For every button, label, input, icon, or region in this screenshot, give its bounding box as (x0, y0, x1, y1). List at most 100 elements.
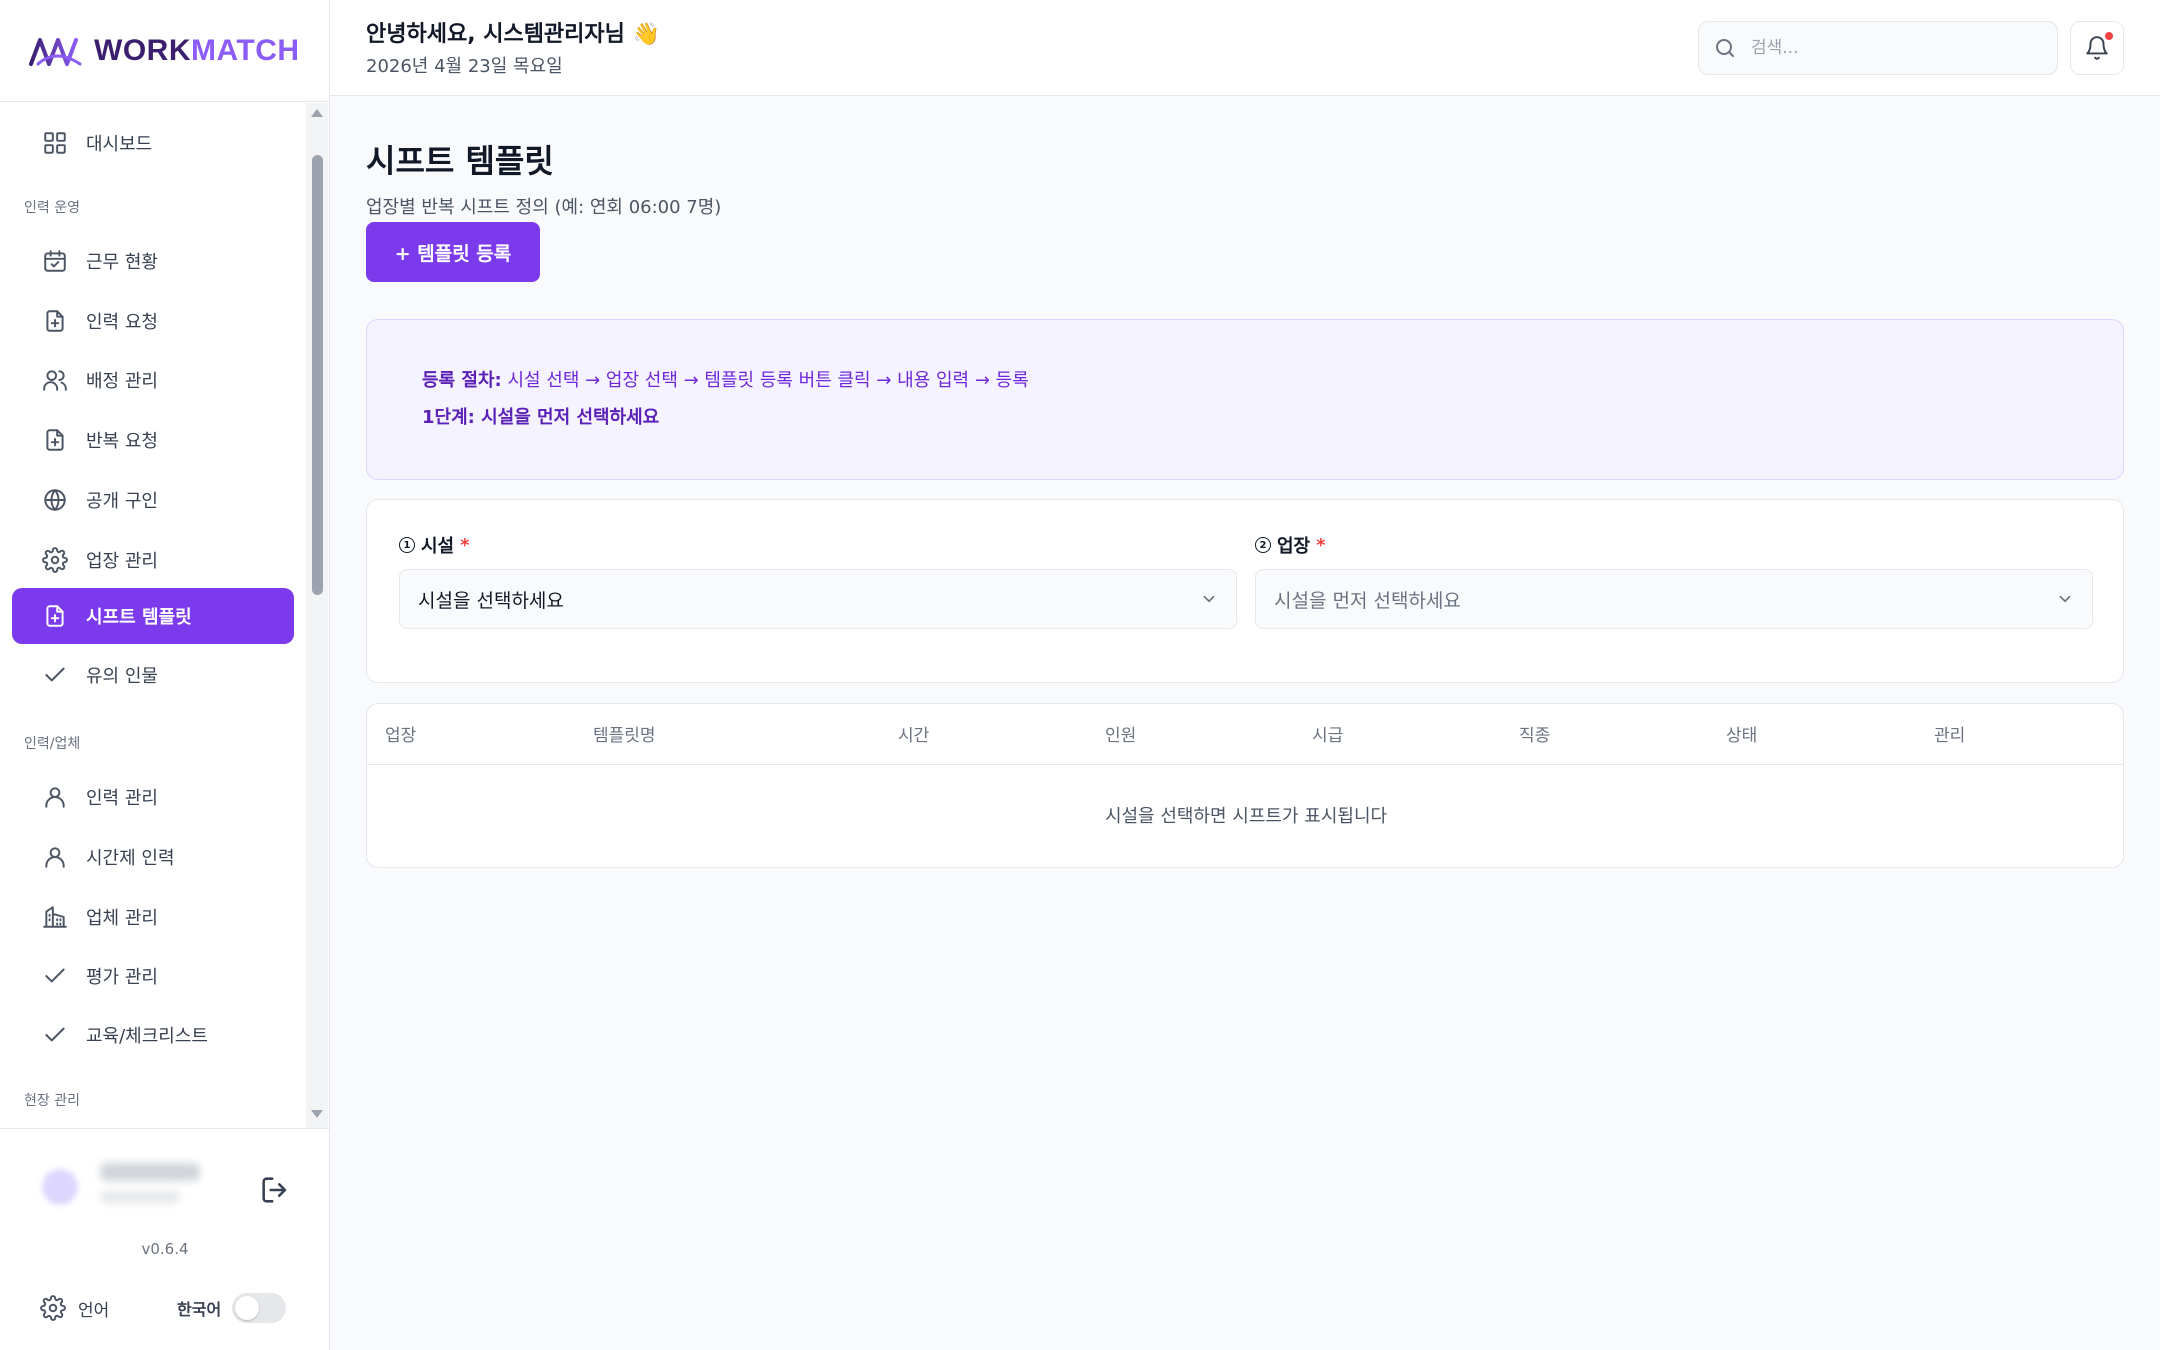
sidebar-item-work-status[interactable]: 근무 현황 (12, 233, 294, 289)
venue-select[interactable]: 시설을 먼저 선택하세요 (1255, 569, 2093, 629)
scroll-down-arrow-icon[interactable] (311, 1110, 323, 1118)
shift-template-table: 업장 템플릿명 시간 인원 시급 직종 상태 관리 시설을 선택하면 시프트가 … (366, 703, 2124, 868)
notification-dot (2105, 32, 2113, 40)
building-icon (42, 904, 68, 930)
users-icon (42, 367, 68, 393)
search-input[interactable] (1751, 38, 2041, 58)
language-value: 한국어 (177, 1300, 222, 1319)
globe-icon (42, 487, 68, 513)
sidebar-item-shift-template[interactable]: 시프트 템플릿 (12, 588, 294, 644)
user-icon (42, 844, 68, 870)
language-label: 언어 (78, 1300, 110, 1321)
check-icon (42, 963, 68, 989)
facility-select[interactable]: 시설을 선택하세요 (399, 569, 1237, 629)
sidebar-item-label: 업장 관리 (86, 551, 158, 572)
facility-select-value: 시설을 선택하세요 (418, 589, 564, 612)
page-title: 시프트 템플릿 (366, 142, 554, 180)
sidebar-item-label: 시간제 인력 (86, 848, 175, 869)
language-setting: 언어 한국어 (40, 1291, 290, 1325)
sidebar-item-venue-management[interactable]: 업장 관리 (12, 532, 294, 588)
sidebar-item-workforce-management[interactable]: 인력 관리 (12, 769, 294, 825)
toggle-knob (235, 1296, 259, 1320)
sidebar-item-vendor-management[interactable]: 업체 관리 (12, 889, 294, 945)
sidebar-section-ops: 인력 운영 (24, 200, 80, 216)
sidebar-item-label: 근무 현황 (86, 252, 158, 273)
sidebar-item-label: 유의 인물 (86, 666, 158, 687)
sidebar-item-part-time-workforce[interactable]: 시간제 인력 (12, 829, 294, 885)
column-header-headcount[interactable]: 인원 (1105, 721, 1136, 746)
venue-select-value: 시설을 먼저 선택하세요 (1274, 589, 1461, 612)
sidebar: WORKMATCH 대시보드 인력 운영 근무 현황 인력 요청 배정 관리 반… (0, 0, 330, 1350)
sidebar-item-staff-request[interactable]: 인력 요청 (12, 293, 294, 349)
step-hint: 1단계: 시설을 먼저 선택하세요 (422, 407, 660, 428)
sidebar-item-label: 업체 관리 (86, 908, 158, 929)
sidebar-item-watchlist[interactable]: 유의 인물 (12, 647, 294, 703)
column-header-venue[interactable]: 업장 (385, 721, 416, 746)
venue-label: 2 업장 * (1255, 532, 1326, 558)
number-one-icon: 1 (399, 537, 415, 553)
required-mark: * (460, 534, 470, 556)
sidebar-item-label: 시프트 템플릿 (86, 607, 192, 628)
user-role-redacted (100, 1191, 180, 1203)
sidebar-section-workforce: 인력/업체 (24, 736, 81, 752)
brand-logo[interactable]: WORKMATCH (0, 0, 330, 102)
sidebar-item-training-checklist[interactable]: 교육/체크리스트 (12, 1007, 294, 1063)
user-name-redacted (100, 1163, 200, 1181)
sidebar-item-recurring-request[interactable]: 반복 요청 (12, 412, 294, 468)
sidebar-item-label: 인력 관리 (86, 788, 158, 809)
grid-icon (42, 130, 68, 156)
table-empty-message: 시설을 선택하면 시프트가 표시됩니다 (1104, 806, 1388, 827)
workmatch-logo-icon (29, 37, 82, 66)
sidebar-item-evaluation[interactable]: 평가 관리 (12, 948, 294, 1004)
notification-button[interactable] (2070, 21, 2124, 75)
language-toggle[interactable] (232, 1293, 286, 1323)
sidebar-item-label: 교육/체크리스트 (86, 1026, 208, 1047)
top-header: 안녕하세요, 시스템관리자님 👋 2026년 4월 23일 목요일 (330, 0, 2160, 96)
sidebar-item-public-hiring[interactable]: 공개 구인 (12, 472, 294, 528)
calendar-check-icon (42, 248, 68, 274)
file-plus-icon (42, 427, 68, 453)
chevron-down-icon (1200, 590, 1218, 608)
logout-button[interactable] (258, 1173, 294, 1209)
page-description: 업장별 반복 시프트 정의 (예: 연회 06:00 7명) (366, 197, 722, 218)
sidebar-item-label: 배정 관리 (86, 371, 158, 392)
scrollbar-thumb[interactable] (312, 155, 323, 595)
scroll-up-arrow-icon[interactable] (311, 109, 323, 117)
column-header-manage[interactable]: 관리 (1934, 721, 1965, 746)
filter-card: 1 시설 * 시설을 선택하세요 2 업장 * 시설을 먼저 선택하세요 (366, 499, 2124, 683)
sidebar-item-dashboard[interactable]: 대시보드 (12, 115, 294, 171)
sidebar-item-label: 평가 관리 (86, 967, 158, 988)
sidebar-footer: v0.6.4 언어 한국어 (0, 1128, 330, 1350)
current-date: 2026년 4월 23일 목요일 (366, 56, 563, 77)
column-header-status[interactable]: 상태 (1726, 721, 1757, 746)
facility-label: 1 시설 * (399, 532, 470, 558)
avatar[interactable] (42, 1169, 78, 1205)
logout-icon (262, 1177, 287, 1203)
column-header-time[interactable]: 시간 (898, 721, 929, 746)
sidebar-section-site: 현장 관리 (24, 1093, 80, 1109)
search-box[interactable] (1698, 21, 2058, 75)
gear-icon (42, 547, 68, 573)
sidebar-item-assignment[interactable]: 배정 관리 (12, 352, 294, 408)
sidebar-scrollbar[interactable] (306, 103, 328, 1128)
brand-name: WORKMATCH (94, 33, 300, 67)
number-two-icon: 2 (1255, 537, 1271, 553)
column-header-job-type[interactable]: 직종 (1519, 721, 1550, 746)
column-header-hourly-wage[interactable]: 시급 (1312, 721, 1343, 746)
chevron-down-icon (2056, 590, 2074, 608)
sidebar-item-label: 반복 요청 (86, 431, 158, 452)
file-plus-icon (42, 308, 68, 334)
column-header-template-name[interactable]: 템플릿명 (593, 721, 656, 746)
sidebar-item-label: 공개 구인 (86, 491, 158, 512)
table-header: 업장 템플릿명 시간 인원 시급 직종 상태 관리 (367, 704, 2123, 765)
check-icon (42, 662, 68, 688)
check-icon (42, 1022, 68, 1048)
search-icon (1716, 39, 1734, 57)
sidebar-item-label: 대시보드 (86, 134, 153, 155)
sidebar-item-label: 인력 요청 (86, 312, 158, 333)
app-version: v0.6.4 (141, 1240, 189, 1258)
procedure-info-box: 등록 절차: 시설 선택 → 업장 선택 → 템플릿 등록 버튼 클릭 → 내용… (366, 319, 2124, 480)
required-mark: * (1316, 534, 1326, 556)
add-template-button[interactable]: + 템플릿 등록 (366, 222, 540, 282)
procedure-text: 등록 절차: 시설 선택 → 업장 선택 → 템플릿 등록 버튼 클릭 → 내용… (422, 370, 1029, 391)
